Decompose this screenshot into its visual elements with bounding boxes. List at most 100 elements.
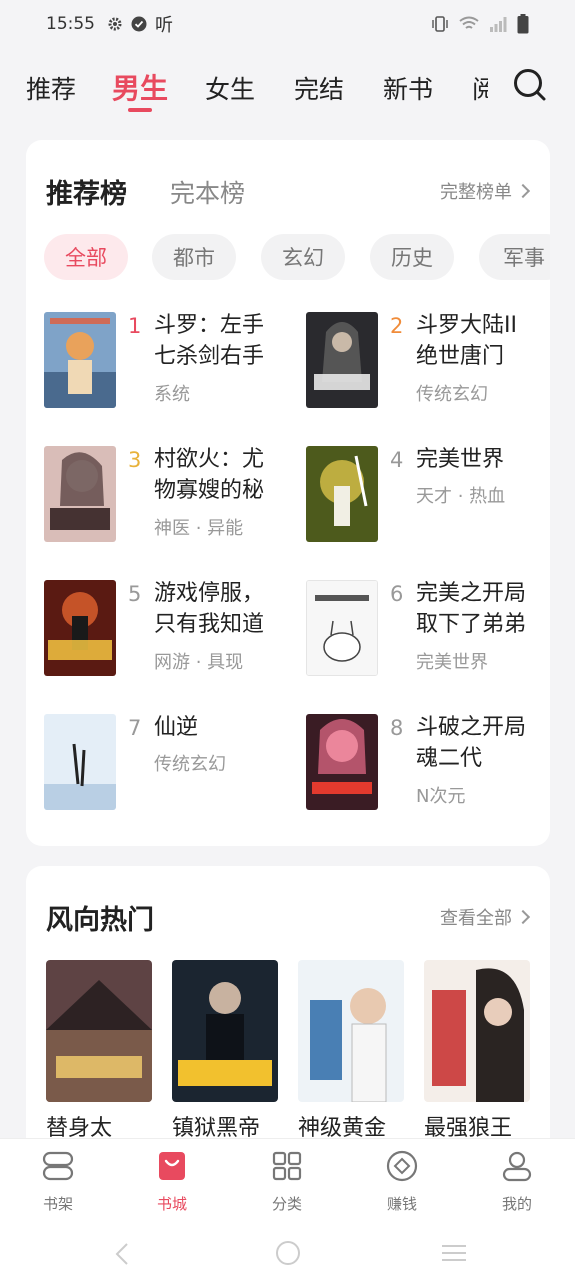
book-rank: 4 [390,448,404,472]
ranking-book-5[interactable]: 5 游戏停服，只有我知道 网游 · 具现 [44,580,294,680]
book-title: 仙逆 [154,715,199,740]
bottom-tab-label: 书城 [156,1195,187,1213]
book-title: 斗罗大陆II绝世唐门 [416,313,517,369]
genre-chips: 全部 都市 玄幻 历史 军事 [44,234,550,282]
book-tags: N次元 [416,786,466,807]
book-tags: 完美世界 [416,652,488,673]
bottom-tab-label: 赚钱 [386,1195,417,1213]
book-cover [44,580,116,676]
user-icon [502,1151,532,1182]
book-rank: 3 [128,448,142,472]
gear-icon [108,17,122,31]
bottom-tab-category[interactable]: 分类 [247,1149,327,1214]
book-cover [44,446,116,542]
tab-male[interactable]: 男生 [112,67,168,107]
book-cover [44,714,116,810]
ranking-book-8[interactable]: 8 斗破之开局魂二代 N次元 [306,714,550,814]
book-title: 完美之开局取下了弟弟 [416,581,527,637]
bottom-tab-bar: 书架 书城 分类 赚钱 我的 [0,1138,575,1230]
ranking-card: 推荐榜 完本榜 完整榜单 全部 都市 玄幻 历史 军事 1 斗罗：左手七杀剑右手… [26,140,550,846]
battery-icon [517,14,529,34]
view-all-label: 查看全部 [440,908,512,929]
view-all-link[interactable]: 查看全部 [440,904,531,930]
book-rank: 5 [128,582,142,606]
status-time: 15:55 [46,14,95,34]
book-tags: 传统玄幻 [416,384,488,405]
book-cover [172,960,278,1102]
hot-book-1[interactable]: 替身太 [46,960,152,1142]
chevron-right-icon [515,909,531,925]
back-icon[interactable] [112,1242,132,1266]
tab-female[interactable]: 女生 [205,70,255,106]
book-cover [306,714,378,810]
system-nav-bar [0,1230,575,1280]
book-tags: 系统 [154,384,190,405]
book-title: 游戏停服，只有我知道 [154,581,265,637]
hot-book-3[interactable]: 神级黄金 [298,960,404,1142]
tab-completed[interactable]: 完结 [294,70,344,106]
tab-new-books[interactable]: 新书 [383,70,433,106]
ranking-book-2[interactable]: 2 斗罗大陆II绝世唐门 传统玄幻 [306,312,550,412]
signal-icon [490,17,507,32]
home-icon[interactable] [275,1240,301,1266]
book-cover [424,960,530,1102]
book-title: 斗破之开局魂二代 [416,715,527,771]
book-tags: 网游 · 具现 [154,652,244,673]
bottom-tab-label: 书架 [42,1195,73,1213]
search-icon[interactable] [513,68,547,102]
hot-section-card: 风向热门 查看全部 替身太 镇狱黑帝 神级黄金 最强狼王 [26,866,550,1156]
menu-icon[interactable] [440,1243,468,1263]
check-circle-icon [131,16,147,32]
coin-icon [386,1150,418,1182]
top-category-tabs: 推荐 男生 女生 完结 新书 阅 [0,62,575,114]
chip-all[interactable]: 全部 [44,234,128,280]
tab-recommend[interactable]: 推荐 [26,70,76,106]
book-rank: 7 [128,716,142,740]
chip-urban[interactable]: 都市 [152,234,236,280]
bottom-tab-profile[interactable]: 我的 [477,1149,557,1214]
bottom-tab-bookshelf[interactable]: 书架 [18,1149,98,1214]
book-cover [298,960,404,1102]
bottom-tab-earn[interactable]: 赚钱 [362,1149,442,1214]
book-tags: 传统玄幻 [154,754,226,775]
ranking-book-4[interactable]: 4 完美世界 天才 · 热血 [306,446,550,546]
hot-section-title: 风向热门 [46,905,154,936]
book-rank: 6 [390,582,404,606]
book-tags: 神医 · 异能 [154,518,244,539]
book-cover [306,446,378,542]
tab-partial[interactable]: 阅 [472,70,488,106]
ranking-book-6[interactable]: 6 完美之开局取下了弟弟 完美世界 [306,580,550,680]
book-cover [44,312,116,408]
status-bar: 15:55 听 [0,0,575,48]
full-ranking-link[interactable]: 完整榜单 [440,178,531,204]
book-rank: 8 [390,716,404,740]
bottom-tab-label: 我的 [501,1195,532,1213]
book-title: 完美世界 [416,447,505,472]
bookshelf-icon [42,1151,74,1181]
book-rank: 1 [128,314,142,338]
book-cover [306,580,378,676]
listen-label: 听 [155,15,173,36]
book-title: 村欲火：尤物寡嫂的秘 [154,447,265,503]
bottom-tab-label: 分类 [271,1195,302,1213]
book-tags: 天才 · 热血 [416,486,506,507]
ranking-book-1[interactable]: 1 斗罗：左手七杀剑右手 系统 [44,312,294,412]
ranking-book-3[interactable]: 3 村欲火：尤物寡嫂的秘 神医 · 异能 [44,446,294,546]
book-title: 斗罗：左手七杀剑右手 [154,313,265,369]
vibrate-icon [432,16,448,32]
chip-fantasy[interactable]: 玄幻 [261,234,345,280]
hot-book-2[interactable]: 镇狱黑帝 [172,960,278,1142]
active-tab-indicator [128,108,152,112]
shopping-bag-icon [159,1152,185,1180]
book-cover [306,312,378,408]
grid-icon [272,1151,302,1181]
full-ranking-label: 完整榜单 [440,182,512,203]
wifi-icon [459,16,479,29]
completed-ranking-tab[interactable]: 完本榜 [170,174,245,210]
ranking-title[interactable]: 推荐榜 [46,172,127,211]
chip-history[interactable]: 历史 [370,234,454,280]
ranking-book-7[interactable]: 7 仙逆 传统玄幻 [44,714,294,814]
hot-book-4[interactable]: 最强狼王 [424,960,530,1142]
bottom-tab-bookstore[interactable]: 书城 [132,1149,212,1214]
chip-military[interactable]: 军事 [479,234,550,280]
